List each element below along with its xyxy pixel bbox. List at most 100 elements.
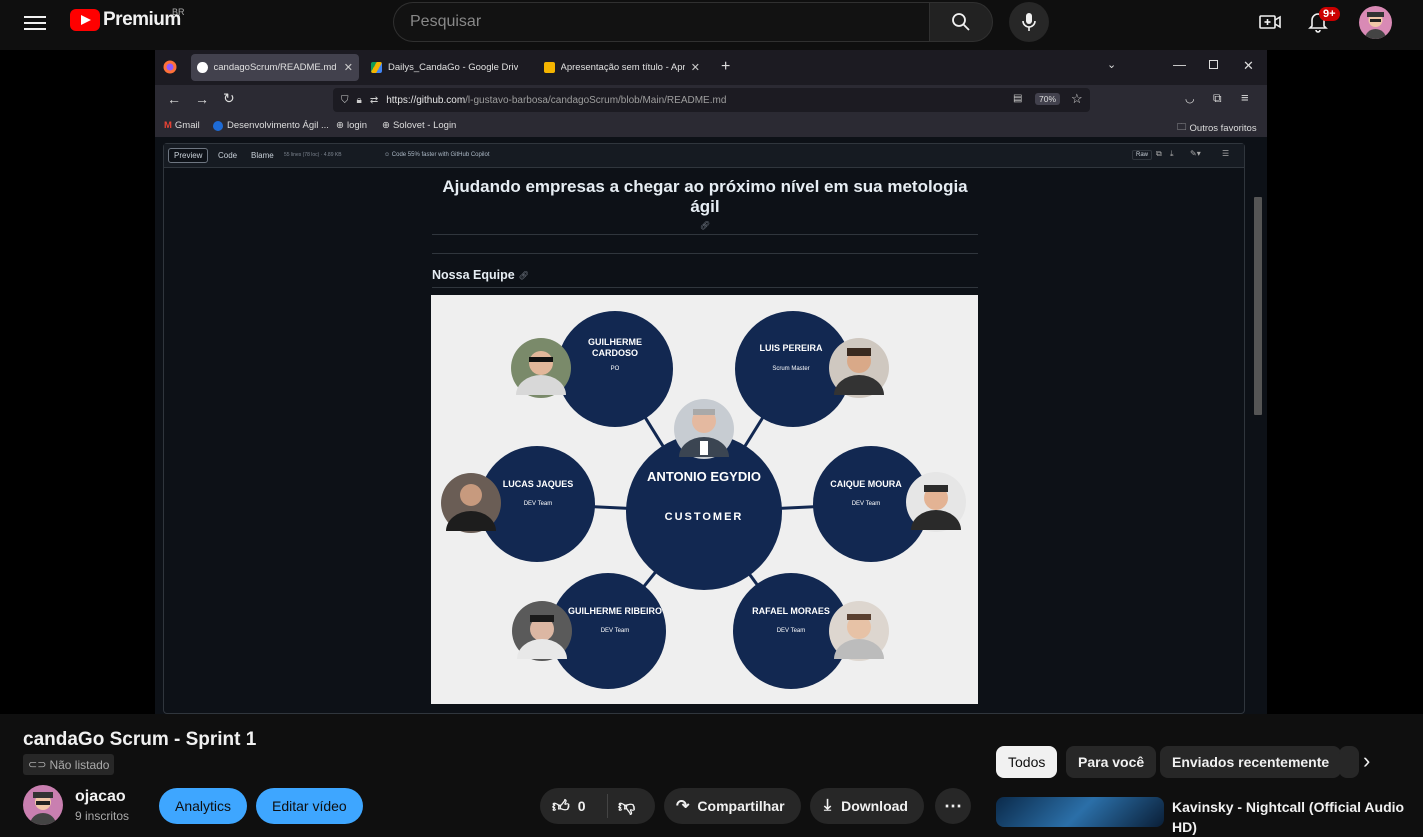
thumbs-down-icon: 👎︎ <box>618 796 636 816</box>
like-button[interactable]: 👍︎ 0 <box>540 794 608 818</box>
chip-overflow[interactable] <box>1339 746 1359 778</box>
search-icon <box>952 13 970 31</box>
bookmark-solovet[interactable]: ⊕ Solovet - Login <box>382 120 456 131</box>
file-info: 55 lines (78 loc) · 4.89 KB <box>284 152 342 158</box>
edit-video-button[interactable]: Editar vídeo <box>256 788 363 824</box>
forward-icon[interactable]: → <box>195 91 209 107</box>
bookmark-label: Solovet - Login <box>392 120 457 131</box>
zoom-level[interactable]: 70% <box>1035 93 1061 105</box>
more-actions-button[interactable]: ⋯ <box>935 788 971 824</box>
page-scrollbar[interactable] <box>1249 137 1267 714</box>
channel-name[interactable]: ojacao <box>75 788 126 806</box>
tab-label: Apresentação sem título - Apre <box>560 62 685 73</box>
bookmark-login[interactable]: ⊕ login <box>336 120 367 131</box>
search-input[interactable] <box>394 3 930 41</box>
youtube-header: Premium BR 9+ <box>0 0 1423 50</box>
google-drive-icon <box>371 62 382 73</box>
analytics-button[interactable]: Analytics <box>159 788 248 824</box>
google-slides-icon <box>544 62 555 73</box>
tab-label: Dailys_CandaGo - Google Drive <box>388 62 518 73</box>
member-name: LUCAS JAQUES <box>503 479 574 489</box>
more-icon: ⋯ <box>944 795 962 816</box>
app-menu-icon[interactable]: ≡ <box>1241 90 1249 105</box>
copilot-icon: ☺ <box>384 152 392 158</box>
close-tab-icon[interactable]: ✕ <box>344 61 353 74</box>
extensions-icon[interactable]: ⧉ <box>1213 91 1222 106</box>
member-photo <box>829 601 889 661</box>
like-count: 0 <box>577 798 586 814</box>
menu-icon[interactable] <box>22 13 48 35</box>
channel-avatar[interactable] <box>23 785 63 825</box>
blame-tab[interactable]: Blame <box>246 148 279 163</box>
bookmark-label: Desenvolvimento Ágil ... <box>227 120 329 131</box>
code-tab[interactable]: Code <box>213 148 242 163</box>
reload-icon[interactable]: ↻ <box>223 90 235 107</box>
copy-icon[interactable]: ⧉ <box>1156 149 1162 159</box>
back-icon[interactable]: ← <box>167 91 181 107</box>
anchor-link-icon[interactable]: 🔗︎ <box>432 221 978 230</box>
preview-tab[interactable]: Preview <box>168 148 209 163</box>
region-code: BR <box>172 7 185 17</box>
restore-icon[interactable] <box>1209 60 1218 69</box>
dislike-button[interactable]: 👎︎ <box>608 796 635 817</box>
permissions-icon: ⇄ <box>369 94 379 106</box>
bookmark-label: login <box>346 120 368 131</box>
youtube-logo[interactable]: Premium BR <box>70 7 185 31</box>
member-name: GUILHERME RIBEIRO <box>568 606 662 616</box>
bookmark-dev-agil[interactable]: Desenvolvimento Ágil ... <box>213 120 329 131</box>
youtube-play-icon <box>70 9 100 31</box>
edit-pencil-icon[interactable]: ✎▾ <box>1190 149 1201 158</box>
bookmark-star-icon[interactable]: ☆ <box>1071 91 1083 107</box>
url-bar[interactable]: ⛉ 🔒︎ ⇄ https://github.com /l-gustavo-bar… <box>333 88 1090 112</box>
member-photo <box>441 473 501 533</box>
recommended-title[interactable]: Kavinsky - Nightcall (Official Audio HD) <box>1172 797 1412 837</box>
new-tab-icon[interactable]: + <box>721 58 730 76</box>
lock-icon: 🔒︎ <box>356 94 362 106</box>
create-button[interactable] <box>1250 2 1290 42</box>
member-photo <box>511 338 571 398</box>
recorded-browser: candagoScrum/README.md at ✕ Dailys_Canda… <box>155 50 1267 714</box>
minimize-icon[interactable]: — <box>1173 57 1186 72</box>
member-photo <box>512 601 572 661</box>
chip-recently-uploaded[interactable]: Enviados recentemente <box>1160 746 1342 778</box>
outline-icon[interactable]: ☰ <box>1222 149 1229 158</box>
search-button[interactable] <box>929 2 993 42</box>
divider <box>432 234 978 235</box>
download-icon[interactable]: ⤓ <box>1170 149 1174 159</box>
visibility-label: Não listado <box>49 757 110 772</box>
tab-readme[interactable]: candagoScrum/README.md at ✕ <box>191 54 359 81</box>
chip-for-you[interactable]: Para você <box>1066 746 1157 778</box>
account-avatar[interactable] <box>1359 6 1392 39</box>
copilot-hint[interactable]: ☺ Code 55% faster with GitHub Copilot <box>384 152 490 158</box>
close-window-icon[interactable]: ✕ <box>1243 58 1254 74</box>
download-icon: ⤓ <box>824 797 832 814</box>
team-image: GUILHERME CARDOSO PO LUIS PEREIRA Scrum … <box>431 295 978 704</box>
raw-button[interactable]: Raw <box>1132 150 1153 160</box>
download-button[interactable]: ⤓ Download <box>810 788 924 824</box>
chip-all[interactable]: Todos <box>996 746 1058 778</box>
readme-heading: Ajudando empresas a chegar ao próximo ní… <box>442 177 968 216</box>
scrollbar-thumb[interactable] <box>1254 197 1262 415</box>
browser-tab-bar: candagoScrum/README.md at ✕ Dailys_Canda… <box>155 50 1267 85</box>
site-icon <box>213 120 223 131</box>
member-name: GUILHERME <box>588 337 642 347</box>
share-button[interactable]: ↷ Compartilhar <box>664 788 801 824</box>
pocket-icon[interactable]: ◡ <box>1185 92 1195 105</box>
tab-drive[interactable]: Dailys_CandaGo - Google Drive <box>365 54 533 81</box>
close-tab-icon[interactable]: ✕ <box>691 61 700 74</box>
other-bookmarks[interactable]: 🗀︎ Outros favoritos <box>1177 120 1257 136</box>
globe-icon: ⊕ <box>336 120 344 131</box>
firefox-icon <box>163 60 177 74</box>
create-video-icon <box>1259 15 1281 29</box>
chevron-right-icon[interactable]: › <box>1363 748 1370 774</box>
list-tabs-icon[interactable]: ⌄ <box>1107 58 1116 71</box>
anchor-link-icon[interactable]: 🔗︎ <box>519 271 529 280</box>
folder-icon: 🗀︎ <box>1177 122 1187 133</box>
readme-content: Ajudando empresas a chegar ao próximo ní… <box>432 177 978 288</box>
bookmark-gmail[interactable]: M Gmail <box>164 120 200 131</box>
reader-view-icon[interactable]: ▤ <box>1013 93 1022 104</box>
voice-search-button[interactable] <box>1009 2 1049 42</box>
download-label: Download <box>841 798 908 814</box>
github-page: Preview Code Blame 55 lines (78 loc) · 4… <box>155 137 1267 714</box>
tab-slides[interactable]: Apresentação sem título - Apre ✕ <box>538 54 706 81</box>
